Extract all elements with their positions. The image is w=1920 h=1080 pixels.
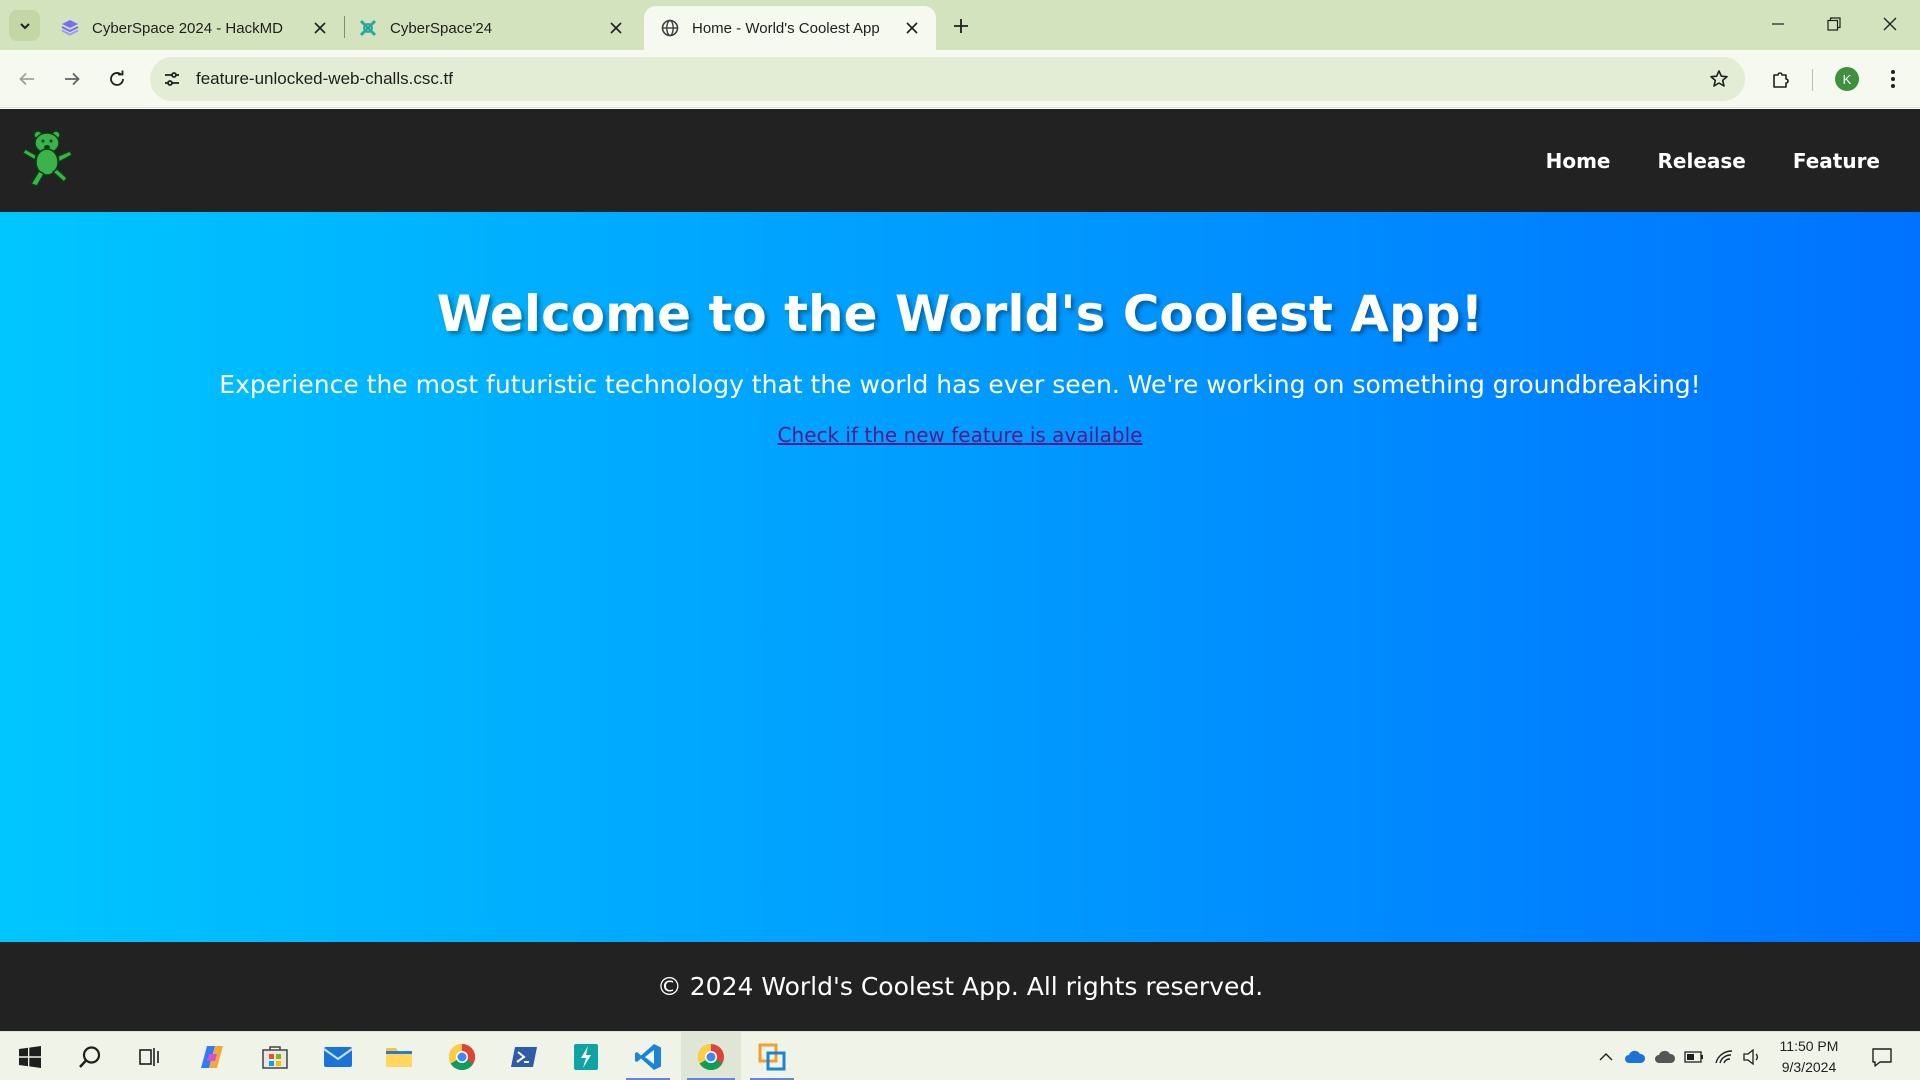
extensions-button[interactable] bbox=[1763, 61, 1799, 97]
chevron-down-icon bbox=[19, 22, 30, 29]
chrome-icon[interactable] bbox=[681, 1032, 741, 1080]
site-footer: © 2024 World's Coolest App. All rights r… bbox=[0, 942, 1920, 1031]
copilot-icon[interactable] bbox=[184, 1032, 240, 1080]
restore-icon bbox=[1827, 17, 1841, 31]
hero-tagline: Experience the most futuristic technolog… bbox=[219, 370, 1701, 399]
wifi-icon[interactable] bbox=[1712, 1032, 1736, 1080]
taskbar-clock[interactable]: 11:50 PM 9/3/2024 bbox=[1766, 1036, 1852, 1078]
new-tab-button[interactable] bbox=[947, 12, 975, 40]
terminal-icon[interactable] bbox=[558, 1032, 614, 1080]
logo-bear-icon[interactable] bbox=[20, 129, 76, 189]
close-icon[interactable] bbox=[604, 16, 628, 40]
task-view-icon[interactable] bbox=[122, 1032, 178, 1080]
hero-section: Welcome to the World's Coolest App! Expe… bbox=[0, 212, 1920, 942]
forward-button[interactable] bbox=[54, 61, 90, 97]
globe-icon bbox=[660, 18, 680, 38]
clock-time: 11:50 PM bbox=[1779, 1038, 1839, 1054]
vscode-icon[interactable] bbox=[620, 1032, 676, 1080]
volume-icon[interactable] bbox=[1740, 1032, 1764, 1080]
address-bar[interactable]: feature-unlocked-web-challs.csc.tf bbox=[150, 57, 1745, 101]
powershell-icon[interactable] bbox=[496, 1032, 552, 1080]
browser-menu-button[interactable] bbox=[1875, 61, 1911, 97]
tab-title: CyberSpace'24 bbox=[390, 19, 493, 37]
nav-release-link[interactable]: Release bbox=[1658, 149, 1746, 173]
onedrive-icon[interactable] bbox=[1622, 1032, 1648, 1080]
tab-coolest-app[interactable]: Home - World's Coolest App bbox=[644, 6, 936, 50]
tab-title: CyberSpace 2024 - HackMD bbox=[92, 19, 283, 37]
check-feature-link-wrapper: Check if the new feature is available bbox=[0, 423, 1920, 447]
close-icon bbox=[1883, 17, 1897, 31]
taskbar: 11:50 PM 9/3/2024 bbox=[0, 1031, 1920, 1080]
chrome-icon[interactable] bbox=[434, 1032, 490, 1080]
vmware-icon[interactable] bbox=[744, 1032, 800, 1080]
site-nav: Home Release Feature bbox=[1546, 109, 1880, 212]
close-window-button[interactable] bbox=[1862, 0, 1918, 48]
battery-icon[interactable] bbox=[1682, 1032, 1706, 1080]
file-explorer-icon[interactable] bbox=[371, 1032, 427, 1080]
close-icon[interactable] bbox=[900, 16, 924, 40]
back-button[interactable] bbox=[9, 61, 45, 97]
tab-cyberspace[interactable]: CyberSpace'24 bbox=[342, 6, 640, 50]
reload-button[interactable] bbox=[99, 61, 135, 97]
chevron-up-icon bbox=[1599, 1052, 1613, 1060]
toolbar-divider bbox=[1812, 69, 1813, 91]
site-info-icon[interactable] bbox=[160, 67, 184, 91]
start-icon[interactable] bbox=[2, 1032, 58, 1080]
cyberspace-icon bbox=[358, 18, 378, 38]
tab-hackmd[interactable]: CyberSpace 2024 - HackMD bbox=[44, 6, 344, 50]
site-header: Home Release Feature bbox=[0, 109, 1920, 212]
url-text: feature-unlocked-web-challs.csc.tf bbox=[196, 69, 454, 88]
check-feature-link[interactable]: Check if the new feature is available bbox=[778, 423, 1143, 447]
restore-button[interactable] bbox=[1806, 0, 1862, 48]
arrow-left-icon bbox=[19, 72, 34, 86]
browser-toolbar: feature-unlocked-web-challs.csc.tf K bbox=[0, 50, 1920, 108]
tab-strip: CyberSpace 2024 - HackMD CyberSpace'24 H… bbox=[0, 0, 1920, 50]
minimize-icon bbox=[1772, 23, 1784, 25]
store-icon[interactable] bbox=[247, 1032, 303, 1080]
minimize-button[interactable] bbox=[1750, 0, 1806, 48]
clock-date: 9/3/2024 bbox=[1781, 1059, 1837, 1075]
reload-icon bbox=[110, 70, 124, 86]
notification-icon bbox=[1872, 1047, 1892, 1067]
plus-icon bbox=[954, 19, 968, 33]
avatar: K bbox=[1835, 67, 1859, 91]
bookmark-star-icon[interactable] bbox=[1707, 67, 1731, 91]
hackmd-icon bbox=[60, 18, 80, 38]
nav-home-link[interactable]: Home bbox=[1546, 149, 1611, 173]
puzzle-icon bbox=[1773, 72, 1789, 88]
tab-title: Home - World's Coolest App bbox=[692, 19, 880, 37]
nav-feature-link[interactable]: Feature bbox=[1793, 149, 1880, 173]
hero-heading: Welcome to the World's Coolest App! bbox=[436, 285, 1484, 343]
tab-search-button[interactable] bbox=[9, 10, 40, 41]
profile-button[interactable]: K bbox=[1829, 61, 1865, 97]
search-icon[interactable] bbox=[62, 1032, 118, 1080]
footer-copyright: © 2024 World's Coolest App. All rights r… bbox=[656, 972, 1264, 1001]
close-icon[interactable] bbox=[308, 16, 332, 40]
more-vertical-icon bbox=[1891, 70, 1895, 88]
arrow-right-icon bbox=[65, 72, 80, 86]
show-hidden-icons-button[interactable] bbox=[1594, 1032, 1618, 1080]
mail-icon[interactable] bbox=[310, 1032, 366, 1080]
notifications-button[interactable] bbox=[1864, 1032, 1900, 1080]
cloud-icon[interactable] bbox=[1652, 1032, 1678, 1080]
